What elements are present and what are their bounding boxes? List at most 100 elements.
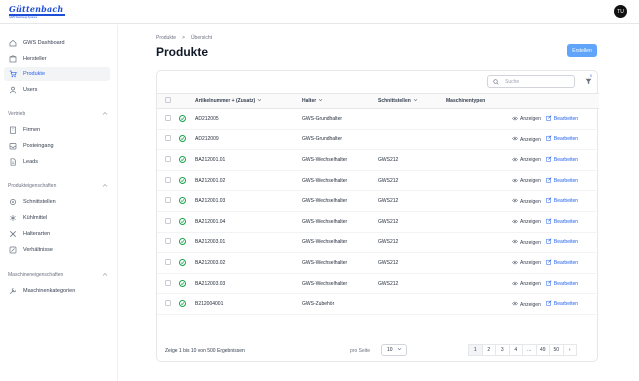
- column-header-label: Maschinentypen: [446, 98, 486, 104]
- edit-button[interactable]: Bearbeiten: [546, 218, 578, 226]
- view-label: Anzeigen: [520, 178, 541, 185]
- cell-artikelnummer: AD212009: [195, 129, 302, 151]
- page-button[interactable]: 3: [495, 344, 510, 356]
- row-checkbox[interactable]: [165, 155, 171, 162]
- section-title-produkteigenschaften[interactable]: Produkteigenschaften: [8, 183, 108, 190]
- section-title-maschineneigenschaften[interactable]: Maschineneigenschaften: [8, 272, 108, 279]
- search-input[interactable]: Suche: [487, 75, 575, 88]
- cell-artikelnummer: BA212001.02: [195, 170, 302, 192]
- cell-halter: GWS-Wechselhalter: [302, 149, 378, 171]
- page-button[interactable]: 50: [549, 344, 564, 356]
- actions-header: [512, 93, 599, 109]
- column-header-maschinentypen[interactable]: Maschinentypen: [446, 93, 512, 109]
- table-row[interactable]: BA212003.03 GWS-Wechselhalter GWS212 Anzeig…: [157, 273, 599, 295]
- page-button[interactable]: 1: [468, 344, 483, 356]
- edit-button[interactable]: Bearbeiten: [546, 197, 578, 205]
- edit-button[interactable]: Bearbeiten: [546, 176, 578, 185]
- table-row[interactable]: BA212001.04 GWS-Wechselhalter GWS212 Anzeig…: [157, 211, 599, 233]
- filter-button[interactable]: 0: [583, 74, 593, 86]
- row-checkbox[interactable]: [165, 279, 171, 286]
- column-header-halter[interactable]: Halter: [302, 93, 378, 109]
- sidebar-item-schnittstellen[interactable]: Schnittstellen: [4, 195, 110, 209]
- table-row[interactable]: AD212005 GWS-Grundhalter Anzeigen Bearbeite…: [157, 108, 599, 130]
- sidebar-item-produkte[interactable]: Produkte: [4, 67, 110, 81]
- row-status-cell: [179, 170, 195, 192]
- edit-button[interactable]: Bearbeiten: [546, 300, 578, 308]
- view-button[interactable]: Anzeigen: [512, 136, 541, 143]
- view-button[interactable]: Anzeigen: [512, 198, 541, 205]
- sidebar-item-hersteller[interactable]: Hersteller: [4, 52, 110, 66]
- row-status-cell: [179, 273, 195, 295]
- avatar[interactable]: TU: [614, 5, 627, 18]
- edit-button[interactable]: Bearbeiten: [546, 279, 579, 288]
- edit-button[interactable]: Bearbeiten: [546, 156, 578, 164]
- edit-button[interactable]: Bearbeiten: [546, 115, 578, 123]
- edit-button[interactable]: Bearbeiten: [546, 135, 578, 143]
- create-button[interactable]: Erstellen: [567, 44, 597, 57]
- row-checkbox[interactable]: [165, 114, 171, 121]
- sidebar-item-label: Schnittstellen: [23, 199, 56, 205]
- section-title-vertrieb[interactable]: Vertrieb: [8, 111, 108, 118]
- next-page-button[interactable]: ›: [562, 344, 577, 356]
- table-row[interactable]: BA212001.03 GWS-Wechselhalter GWS212 Anzeig…: [157, 190, 599, 212]
- brand-name: Güttenbach: [9, 4, 64, 14]
- sidebar-item-label: GWS Dashboard: [23, 40, 65, 46]
- view-button[interactable]: Anzeigen: [512, 116, 541, 123]
- view-button[interactable]: Anzeigen: [512, 260, 541, 267]
- table-row[interactable]: AD212009 GWS-Grundhalter Anzeigen Bearbeite…: [157, 129, 599, 151]
- sidebar-item-firmen[interactable]: Firmen: [4, 123, 110, 137]
- per-page-select[interactable]: 10: [381, 344, 407, 356]
- column-header-artikelnummer[interactable]: Artikelnummer + (Zusatz): [195, 93, 302, 109]
- edit-icon: [546, 238, 552, 246]
- sidebar-item-halterarten[interactable]: Halterarten: [4, 227, 110, 241]
- sidebar-item-verhaeltnisse[interactable]: Verhältnisse: [4, 243, 110, 257]
- table-row[interactable]: BA212003.02 GWS-Wechselhalter GWS212 Anzeig…: [157, 252, 599, 274]
- box-icon: [9, 55, 17, 63]
- edit-icon: [546, 300, 552, 308]
- edit-label: Bearbeiten: [553, 280, 579, 287]
- sidebar-item-users[interactable]: Users: [4, 83, 110, 97]
- select-all-cell: [157, 93, 179, 109]
- brand-logo[interactable]: Güttenbach GWS Werkzeug Systeme: [9, 4, 69, 19]
- cell-halter: GWS-Wechselhalter: [302, 170, 378, 192]
- edit-icon: [546, 259, 552, 267]
- view-button[interactable]: Anzeigen: [512, 281, 541, 288]
- breadcrumb-separator: >: [182, 35, 185, 41]
- page-button[interactable]: 4: [508, 344, 523, 356]
- edit-label: Bearbeiten: [553, 239, 579, 246]
- view-button[interactable]: Anzeigen: [512, 239, 541, 246]
- view-button[interactable]: Anzeigen: [512, 178, 541, 185]
- view-button[interactable]: Anzeigen: [512, 301, 541, 308]
- row-checkbox[interactable]: [165, 258, 171, 265]
- breadcrumb-link[interactable]: Produkte: [156, 35, 176, 41]
- sidebar-item-posteingang[interactable]: Posteingang: [4, 139, 110, 153]
- row-checkbox[interactable]: [165, 300, 171, 307]
- table-row[interactable]: BA212001.01 GWS-Wechselhalter GWS212 Anzeig…: [157, 149, 599, 171]
- edit-button[interactable]: Bearbeiten: [546, 238, 578, 246]
- row-checkbox[interactable]: [165, 176, 171, 183]
- home-icon: [9, 39, 17, 47]
- sidebar-item-maschinenkategorien[interactable]: Maschinenkategorien: [4, 284, 110, 298]
- column-header-label: Artikelnummer + (Zusatz): [195, 98, 256, 104]
- table-row[interactable]: BA212003.01 GWS-Wechselhalter GWS212 Anzeig…: [157, 232, 599, 254]
- sidebar-item-leads[interactable]: Leads: [4, 155, 110, 169]
- page-button[interactable]: 2: [481, 344, 496, 356]
- per-page-value: 10: [387, 347, 393, 353]
- row-checkbox[interactable]: [165, 135, 171, 142]
- row-checkbox[interactable]: [165, 238, 171, 245]
- cell-halter: GWS-Wechselhalter: [302, 273, 378, 295]
- select-all-checkbox[interactable]: [165, 97, 171, 103]
- column-header-schnittstellen[interactable]: Schnittstellen: [378, 93, 446, 109]
- edit-button[interactable]: Bearbeiten: [546, 259, 578, 267]
- row-checkbox[interactable]: [165, 197, 171, 204]
- view-label: Anzeigen: [520, 301, 541, 308]
- page-button[interactable]: 49: [535, 344, 550, 356]
- table-row[interactable]: BA212001.02 GWS-Wechselhalter GWS212 Anzeig…: [157, 170, 599, 192]
- view-button[interactable]: Anzeigen: [512, 219, 541, 226]
- sidebar-item-kuehlmittel[interactable]: Kühlmittel: [4, 211, 110, 225]
- sidebar-item-dashboard[interactable]: GWS Dashboard: [4, 36, 110, 50]
- table-row[interactable]: B212004001 GWS-Zubehör Anzeigen Bearbeiten: [157, 293, 599, 315]
- row-checkbox[interactable]: [165, 217, 171, 224]
- eye-icon: [512, 198, 518, 205]
- view-button[interactable]: Anzeigen: [512, 157, 541, 164]
